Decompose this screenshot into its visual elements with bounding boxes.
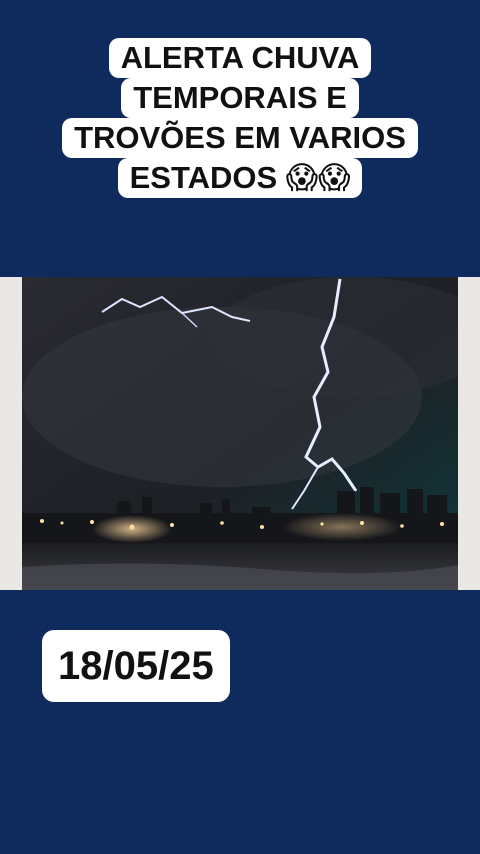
headline-line-1: ALERTA CHUVA	[108, 38, 372, 78]
lightning-storm-image	[0, 277, 480, 590]
headline-line-3: TROVÕES EM VARIOS	[62, 118, 418, 158]
lightning-photo-art	[22, 277, 458, 590]
headline-line-2: TEMPORAIS E	[121, 78, 359, 118]
headline: ALERTA CHUVA TEMPORAIS E TROVÕES EM VARI…	[0, 38, 480, 198]
date-label: 18/05/25	[42, 630, 230, 702]
headline-line-4: ESTADOS 😱😱	[117, 158, 363, 198]
